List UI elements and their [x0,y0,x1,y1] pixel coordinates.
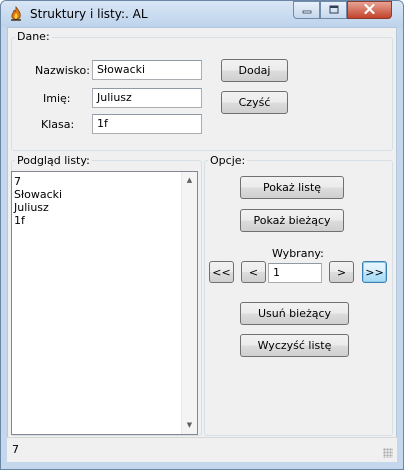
list-item: 7 [14,175,21,188]
czysc-button[interactable]: Czyść [221,91,288,114]
opcje-group-label: Opcje: [208,154,248,167]
last-button[interactable]: >> [362,261,387,283]
wybrany-input[interactable]: 1 [268,263,322,283]
podglad-listbox[interactable]: 7 Słowacki Juliusz 1f ▲ ▼ [11,171,198,435]
klasa-label: Klasa: [41,118,75,131]
minimize-button[interactable] [293,1,320,19]
scroll-down-arrow-icon[interactable]: ▼ [182,421,197,430]
list-item: Słowacki [14,188,63,201]
pokaz-biezacy-button[interactable]: Pokaż bieżący [240,209,344,232]
resize-grip-icon[interactable] [383,448,393,458]
imie-input[interactable]: Juliusz [92,88,202,108]
close-icon [364,3,375,17]
imie-label: Imię: [43,92,71,105]
nazwisko-label: Nazwisko: [35,64,90,77]
status-bar: 7 [7,437,397,462]
list-item: 1f [14,214,25,227]
dane-group-label: Dane: [15,30,52,43]
status-text: 7 [12,443,19,456]
opcje-group [204,160,393,436]
first-button[interactable]: << [209,261,234,283]
app-flame-icon [8,5,24,22]
wyczysc-liste-button[interactable]: Wyczyść listę [240,334,349,357]
close-button[interactable] [347,1,392,19]
maximize-icon [329,4,339,17]
usun-biezacy-button[interactable]: Usuń bieżący [240,302,349,325]
dodaj-button[interactable]: Dodaj [221,59,288,82]
list-item: Juliusz [14,201,49,214]
klasa-input[interactable]: 1f [92,114,202,134]
wybrany-label: Wybrany: [272,247,324,260]
window-title: Struktury i listy:. AL [30,7,148,21]
pokaz-liste-button[interactable]: Pokaż listę [240,176,344,199]
prev-button[interactable]: < [241,261,266,283]
next-button[interactable]: > [329,261,354,283]
listbox-scrollbar[interactable]: ▲ ▼ [181,172,197,434]
maximize-button[interactable] [320,1,347,19]
podglad-group-label: Podgląd listy: [15,154,92,167]
nazwisko-input[interactable]: Słowacki [92,60,202,80]
scroll-up-arrow-icon[interactable]: ▲ [182,176,197,185]
minimize-icon [302,4,312,17]
